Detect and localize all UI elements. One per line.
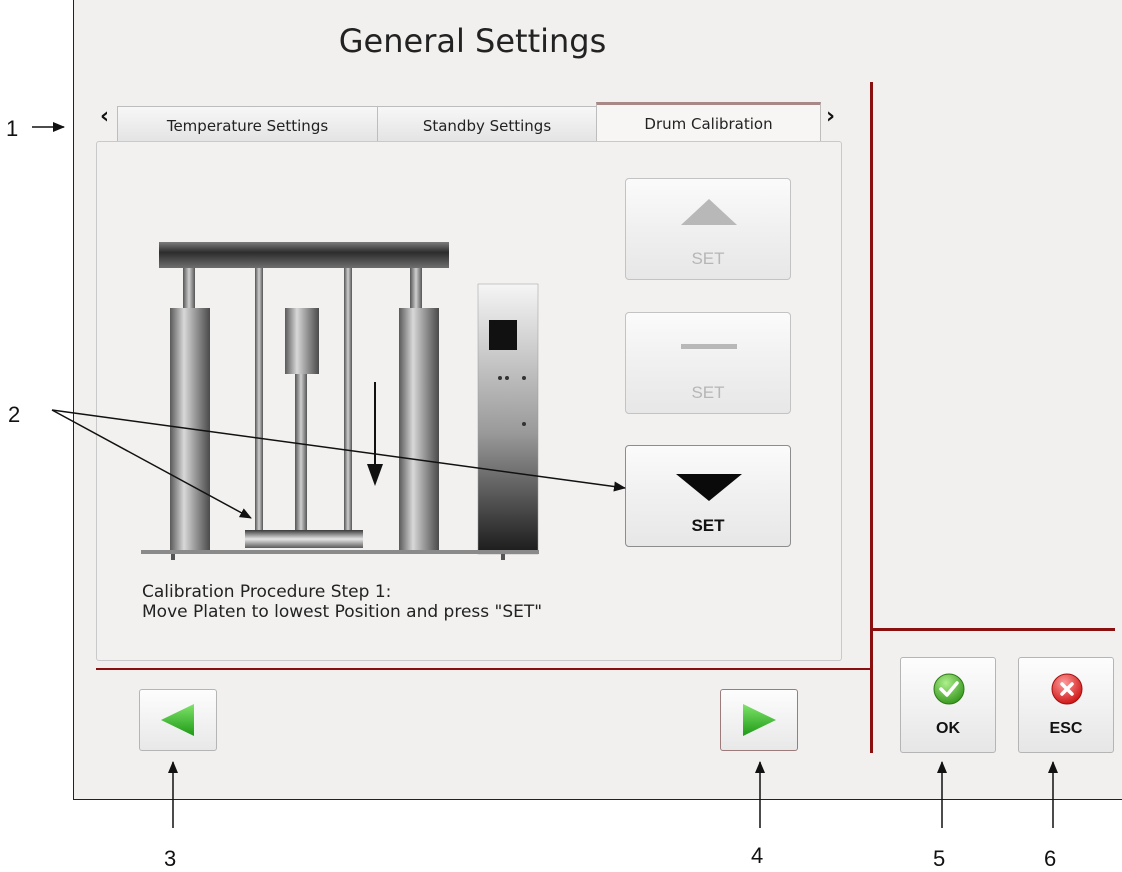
- set-up-button[interactable]: SET: [625, 178, 791, 280]
- set-middle-button[interactable]: SET: [625, 312, 791, 414]
- check-circle-icon: [933, 673, 965, 705]
- minus-icon: [681, 344, 737, 349]
- settings-screen: General Settings ‹ Temperature Settings …: [73, 0, 1122, 800]
- callout-4: 4: [751, 843, 764, 868]
- set-up-label: SET: [691, 249, 725, 268]
- callout-5: 5: [933, 846, 946, 871]
- arrow-right-icon: [743, 704, 776, 736]
- arrow-left-icon: [161, 704, 194, 736]
- callout-2: 2: [8, 402, 21, 427]
- right-panel-divider: [873, 628, 1115, 631]
- set-down-label: SET: [691, 516, 725, 535]
- machine-illustration: [141, 242, 539, 560]
- esc-label: ESC: [1049, 720, 1083, 737]
- tab-standby-settings[interactable]: Standby Settings: [377, 106, 597, 142]
- callout-1: 1: [6, 116, 19, 141]
- triangle-down-icon: [676, 474, 742, 501]
- callout-6: 6: [1044, 846, 1057, 871]
- x-circle-icon: [1051, 673, 1083, 705]
- ok-button[interactable]: OK: [900, 657, 996, 753]
- tab-drum-calibration[interactable]: Drum Calibration: [596, 102, 821, 143]
- tab-scroll-right-icon[interactable]: ›: [826, 104, 835, 129]
- previous-button[interactable]: [139, 689, 217, 751]
- tab-scroll-left-icon[interactable]: ‹: [100, 104, 109, 129]
- next-button[interactable]: [720, 689, 798, 751]
- tab-temperature-settings[interactable]: Temperature Settings: [117, 106, 378, 142]
- esc-button[interactable]: ESC: [1018, 657, 1114, 753]
- vertical-divider: [870, 82, 873, 753]
- instruction-line-2: Move Platen to lowest Position and press…: [142, 602, 543, 622]
- set-down-button[interactable]: SET: [625, 445, 791, 547]
- instruction-line-1: Calibration Procedure Step 1:: [142, 582, 392, 602]
- set-middle-label: SET: [691, 383, 725, 402]
- ok-label: OK: [936, 720, 960, 737]
- calibration-instruction: Calibration Procedure Step 1: Move Plate…: [142, 582, 542, 622]
- bottom-divider: [96, 668, 870, 670]
- callout-3: 3: [164, 846, 177, 871]
- drum-calibration-panel: SET SET SET Calibration Procedure Step 1…: [96, 141, 842, 661]
- triangle-up-icon: [681, 199, 737, 225]
- page-title: General Settings: [338, 22, 607, 60]
